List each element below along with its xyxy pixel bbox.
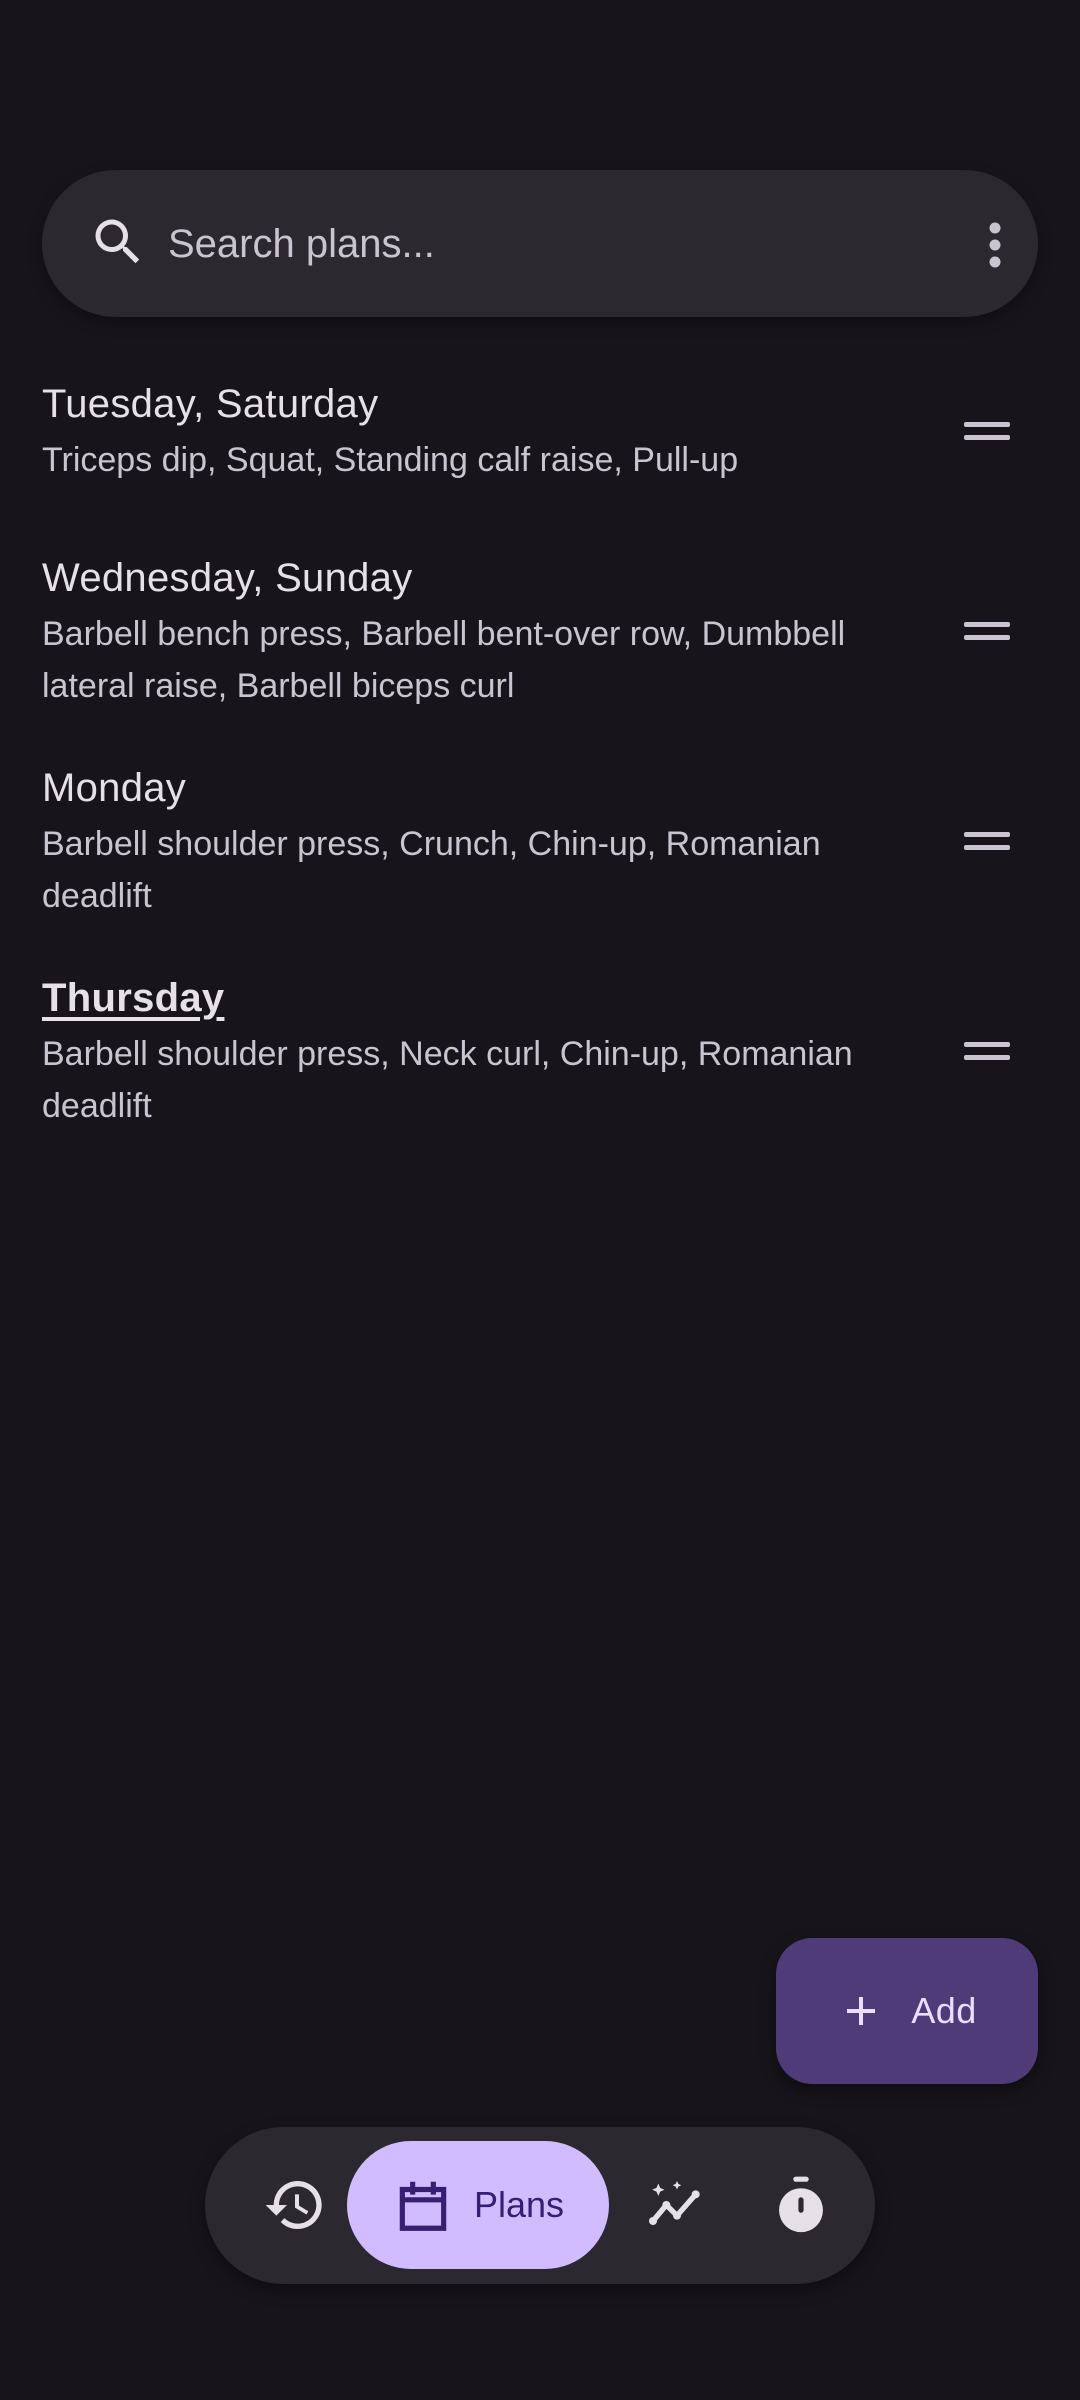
plan-item[interactable]: Tuesday, Saturday Triceps dip, Squat, St… bbox=[42, 376, 1038, 486]
timer-icon bbox=[779, 2176, 823, 2233]
nav-plans-label: Plans bbox=[473, 2184, 565, 2225]
nav-timer-button[interactable] bbox=[751, 2141, 851, 2269]
nav-history-button[interactable] bbox=[245, 2141, 345, 2269]
more-vert-icon bbox=[989, 222, 1001, 268]
graph-icon bbox=[649, 2181, 700, 2225]
more-options-button[interactable] bbox=[960, 210, 1030, 280]
drag-handle-icon[interactable] bbox=[964, 830, 1010, 854]
plan-title: Tuesday, Saturday bbox=[42, 382, 379, 426]
plan-exercises: Barbell shoulder press, Neck curl, Chin-… bbox=[42, 1035, 853, 1125]
drag-handle-icon[interactable] bbox=[964, 420, 1010, 444]
plans-screen: Tuesday, Saturday Triceps dip, Squat, St… bbox=[0, 0, 1080, 2400]
plus-icon bbox=[847, 1997, 876, 2025]
calendar-icon bbox=[399, 2181, 447, 2231]
history-icon bbox=[265, 2181, 322, 2229]
plan-item[interactable]: Wednesday, Sunday Barbell bench press, B… bbox=[42, 550, 1038, 712]
plan-title: Wednesday, Sunday bbox=[42, 556, 413, 600]
plan-title: Monday bbox=[42, 766, 187, 810]
plan-title-today: Thursday bbox=[42, 976, 225, 1020]
nav-graph-button[interactable] bbox=[627, 2141, 727, 2269]
add-button-label: Add bbox=[911, 1990, 977, 2031]
search-input[interactable] bbox=[168, 204, 928, 284]
plan-item[interactable]: Monday Barbell shoulder press, Crunch, C… bbox=[42, 760, 1038, 922]
search-icon bbox=[95, 219, 140, 264]
drag-handle-icon[interactable] bbox=[964, 620, 1010, 644]
plan-item[interactable]: Thursday Barbell shoulder press, Neck cu… bbox=[42, 970, 1038, 1132]
bottom-navigation: Plans bbox=[205, 2127, 875, 2284]
add-plan-button[interactable]: Add bbox=[776, 1938, 1038, 2084]
search-bar[interactable] bbox=[42, 170, 1038, 317]
plan-exercises: Barbell shoulder press, Crunch, Chin-up,… bbox=[42, 825, 821, 915]
drag-handle-icon[interactable] bbox=[964, 1040, 1010, 1064]
nav-plans-button[interactable]: Plans bbox=[347, 2141, 609, 2269]
plan-exercises: Barbell bench press, Barbell bent-over r… bbox=[42, 615, 846, 705]
plan-exercises: Triceps dip, Squat, Standing calf raise,… bbox=[42, 441, 739, 479]
